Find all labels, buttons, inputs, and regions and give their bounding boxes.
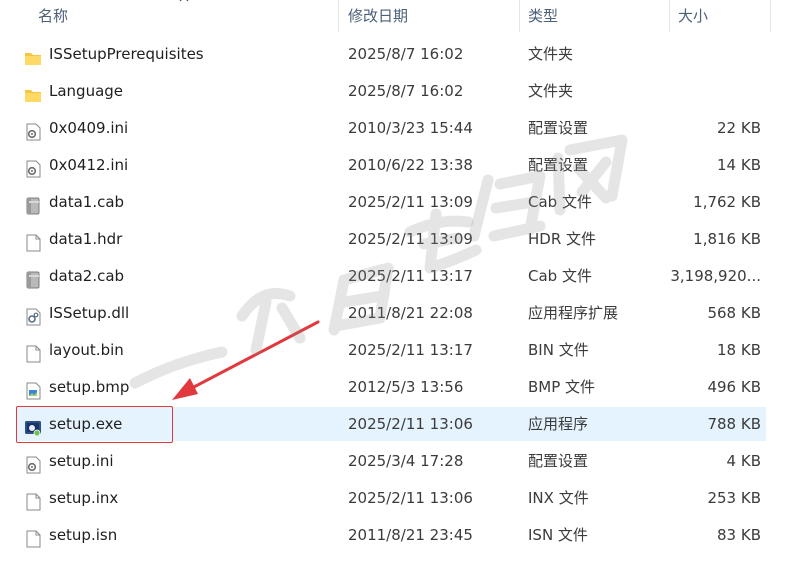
file-name: setup.bmp [49,378,130,396]
file-row[interactable]: 0x0412.ini 2010/6/22 13:38 配置设置 14 KB [16,148,766,182]
folder-icon [24,45,42,65]
blank-file-icon [24,489,42,511]
file-row[interactable]: setup.bmp 2012/5/3 13:56 BMP 文件 496 KB [16,370,766,404]
file-row[interactable]: setup.isn 2011/8/21 23:45 ISN 文件 83 KB [16,518,766,552]
cab-archive-icon [24,193,42,215]
column-header-modified[interactable]: 修改日期 [348,0,408,32]
file-row[interactable]: 0x0409.ini 2010/3/23 15:44 配置设置 22 KB [16,111,766,145]
column-separator[interactable] [338,0,339,32]
file-type: 文件夹 [528,82,574,100]
file-modified: 2025/2/11 13:17 [348,267,473,285]
blank-file-icon [24,526,42,548]
file-name: layout.bin [49,341,124,359]
file-type: 配置设置 [528,452,589,470]
file-size: 788 KB [707,415,761,433]
file-type: 配置设置 [528,156,589,174]
file-size: 1,762 KB [693,193,761,211]
file-row[interactable]: data1.hdr 2025/2/11 13:09 HDR 文件 1,816 KB [16,222,766,256]
file-size: 22 KB [717,119,761,137]
ini-settings-icon [24,156,42,178]
file-row[interactable]: layout.bin 2025/2/11 13:17 BIN 文件 18 KB [16,333,766,367]
file-modified: 2012/5/3 13:56 [348,378,464,396]
file-name: 0x0409.ini [49,119,129,137]
file-row[interactable]: Language 2025/8/7 16:02 文件夹 [16,74,766,108]
highlight-box [16,406,173,443]
bitmap-image-icon [24,378,42,400]
column-separator[interactable] [669,0,670,32]
column-separator[interactable] [519,0,520,32]
sort-ascending-icon [179,0,189,2]
file-size: 496 KB [707,378,761,396]
file-modified: 2011/8/21 23:45 [348,526,473,544]
column-separator[interactable] [770,0,771,32]
file-modified: 2025/3/4 17:28 [348,452,464,470]
cab-archive-icon [24,267,42,289]
file-row[interactable]: data2.cab 2025/2/11 13:17 Cab 文件 3,198,920.… [16,259,766,293]
file-modified: 2025/2/11 13:06 [348,415,473,433]
file-modified: 2025/2/11 13:09 [348,193,473,211]
file-type: HDR 文件 [528,230,597,248]
file-type: 应用程序扩展 [528,304,619,322]
file-name: Language [49,82,124,100]
file-name: data2.cab [49,267,125,285]
ini-settings-icon [24,452,42,474]
column-header-bar: 名称 修改日期 类型 大小 [0,0,792,32]
file-size: 83 KB [717,526,761,544]
file-type: Cab 文件 [528,267,592,285]
column-header-name[interactable]: 名称 [38,0,68,32]
blank-file-icon [24,341,42,363]
file-row[interactable]: ISSetup.dll 2011/8/21 22:08 应用程序扩展 568 KB [16,296,766,330]
column-header-size[interactable]: 大小 [678,0,708,32]
file-size: 4 KB [726,452,761,470]
file-modified: 2025/8/7 16:02 [348,45,464,63]
file-name: ISSetup.dll [49,304,130,322]
file-type: BMP 文件 [528,378,596,396]
file-type: BIN 文件 [528,341,589,359]
file-type: 文件夹 [528,45,574,63]
file-type: Cab 文件 [528,193,592,211]
file-modified: 2011/8/21 22:08 [348,304,473,322]
file-name: data1.hdr [49,230,123,248]
file-modified: 2010/6/22 13:38 [348,156,473,174]
file-modified: 2025/2/11 13:09 [348,230,473,248]
file-name: data1.cab [49,193,125,211]
file-name: setup.ini [49,452,114,470]
file-name: setup.isn [49,526,118,544]
file-modified: 2025/2/11 13:17 [348,341,473,359]
file-row[interactable]: ISSetupPrerequisites 2025/8/7 16:02 文件夹 [16,37,766,71]
file-modified: 2025/8/7 16:02 [348,82,464,100]
file-row[interactable]: data1.cab 2025/2/11 13:09 Cab 文件 1,762 KB [16,185,766,219]
file-type: ISN 文件 [528,526,588,544]
file-size: 14 KB [717,156,761,174]
file-size: 3,198,920... [670,267,761,285]
ini-settings-icon [24,119,42,141]
file-row[interactable]: setup.ini 2025/3/4 17:28 配置设置 4 KB [16,444,766,478]
file-type: INX 文件 [528,489,589,507]
file-size: 253 KB [707,489,761,507]
file-type: 配置设置 [528,119,589,137]
blank-file-icon [24,230,42,252]
folder-icon [24,82,42,102]
file-size: 1,816 KB [693,230,761,248]
file-size: 18 KB [717,341,761,359]
column-header-type[interactable]: 类型 [528,0,558,32]
file-modified: 2025/2/11 13:06 [348,489,473,507]
file-name: 0x0412.ini [49,156,129,174]
file-modified: 2010/3/23 15:44 [348,119,473,137]
file-type: 应用程序 [528,415,589,433]
dll-gear-icon [24,304,42,326]
file-name: ISSetupPrerequisites [49,45,204,63]
file-row[interactable]: setup.inx 2025/2/11 13:06 INX 文件 253 KB [16,481,766,515]
file-size: 568 KB [707,304,761,322]
file-name: setup.inx [49,489,119,507]
